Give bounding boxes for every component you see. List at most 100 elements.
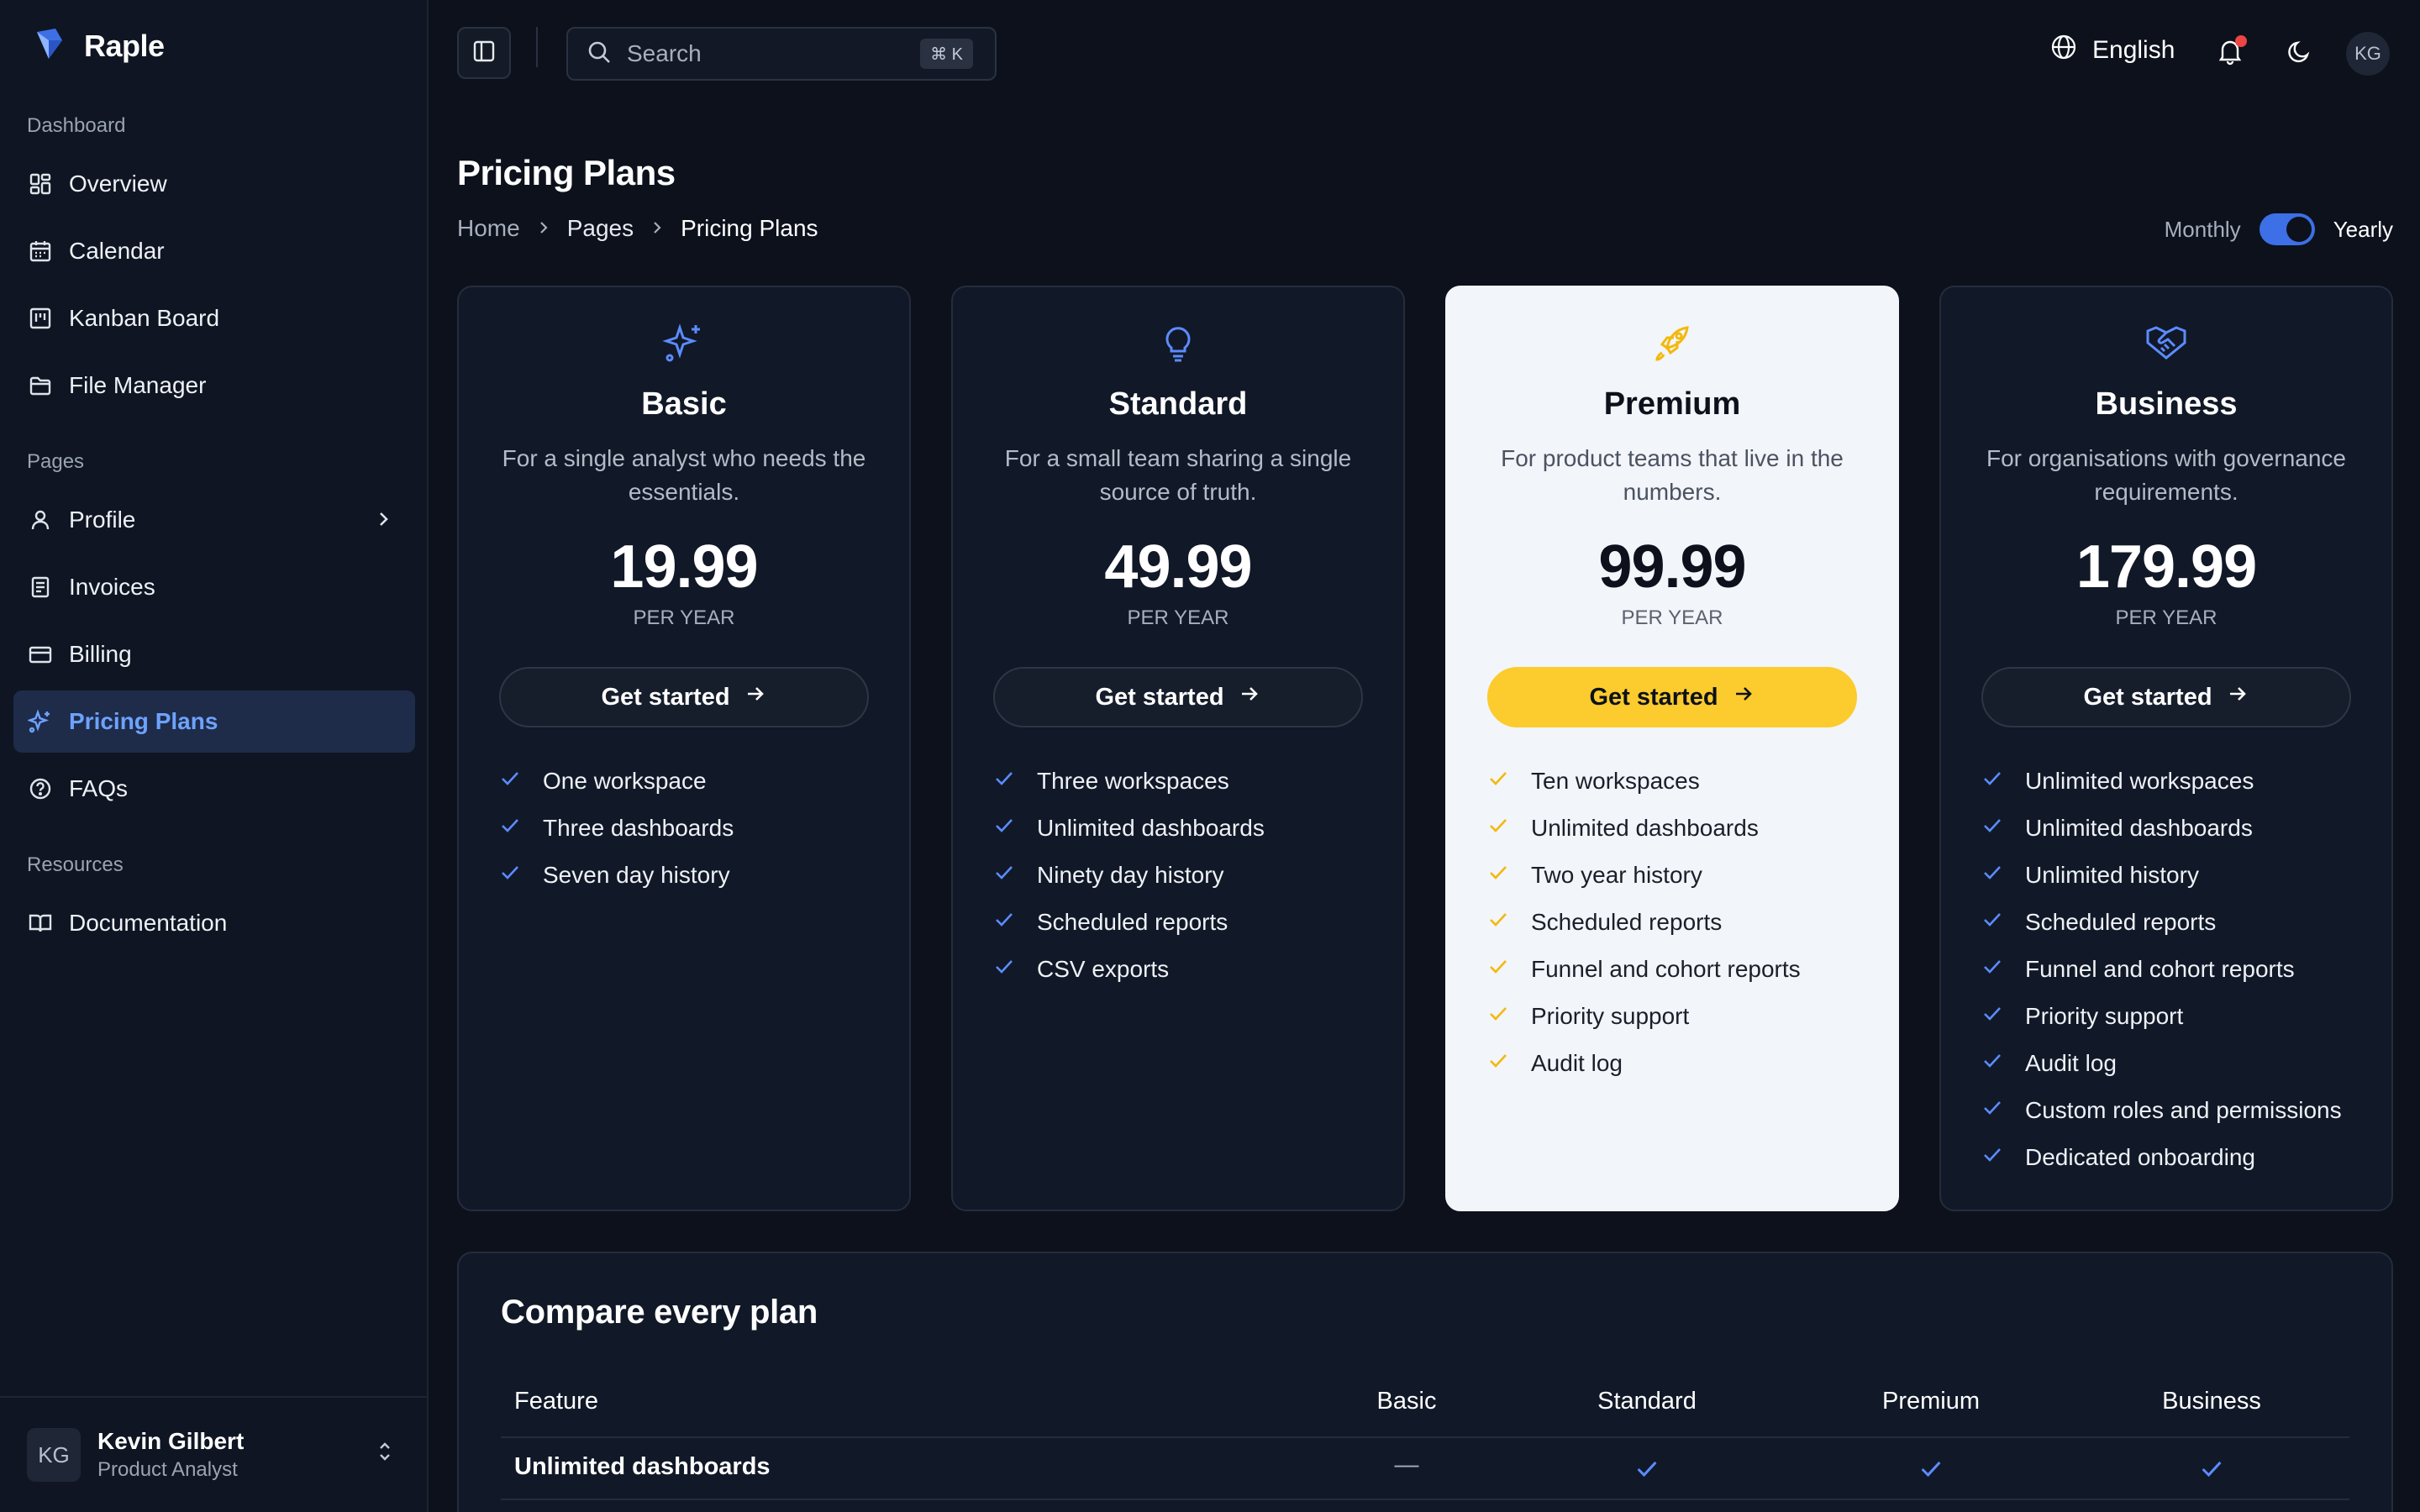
account-avatar[interactable]: KG — [2346, 32, 2390, 76]
brand[interactable]: Raple — [30, 25, 165, 66]
feature-item: Audit log — [1981, 1040, 2375, 1087]
cta-label: Get started — [2083, 683, 2212, 711]
sparkles-icon — [27, 708, 54, 735]
sidebar-item-label: Overview — [69, 171, 167, 197]
search-input[interactable]: Search ⌘ K — [566, 27, 997, 81]
feature-label: Funnel and cohort reports — [1531, 956, 1801, 982]
feature-item: Funnel and cohort reports — [1981, 946, 2375, 993]
billing-switch[interactable] — [2259, 213, 2315, 245]
monthly-label[interactable]: Monthly — [2165, 217, 2241, 243]
check-icon — [2199, 1457, 2224, 1488]
feature-list: Unlimited workspaces Unlimited dashboard… — [1981, 758, 2375, 1181]
feature-item: Ten workspaces — [1487, 758, 1881, 805]
check-icon — [993, 768, 1015, 795]
feature-item: Audit log — [1487, 1040, 1881, 1087]
sidebar-item-label: Pricing Plans — [69, 708, 218, 734]
feature-label: Dedicated onboarding — [2025, 1144, 2255, 1170]
feature-label: Funnel and cohort reports — [2025, 956, 2295, 982]
sidebar-item-calendar[interactable]: Calendar — [13, 220, 415, 282]
check-icon — [1981, 862, 2003, 890]
cta-label: Get started — [1095, 683, 1224, 711]
user-menu[interactable]: KG Kevin Gilbert Product Analyst — [0, 1396, 427, 1512]
feature-label: Three dashboards — [543, 815, 734, 841]
column-header-premium: Premium — [1881, 1388, 1981, 1415]
feature-label: Unlimited dashboards — [1037, 815, 1265, 841]
plan-name: Premium — [1603, 386, 1741, 422]
feature-item: Three workspaces — [993, 758, 1386, 805]
chevron-up-down-icon[interactable] — [373, 1440, 397, 1467]
check-icon — [1981, 1003, 2003, 1031]
breadcrumb: Home Pages Pricing Plans — [457, 215, 818, 242]
language-selector[interactable]: English — [2050, 34, 2175, 67]
sidebar-item-file-manager[interactable]: File Manager — [13, 354, 415, 417]
sidebar-item-billing[interactable]: Billing — [13, 623, 415, 685]
feature-item: Unlimited dashboards — [1487, 805, 1881, 852]
get-started-button[interactable]: Get started — [1487, 667, 1857, 727]
feature-label: Seven day history — [543, 862, 730, 888]
help-circle-icon — [27, 775, 54, 802]
feature-item: Priority support — [1981, 993, 2375, 1040]
feature-label: Audit log — [1531, 1050, 1623, 1076]
user-icon — [27, 507, 54, 533]
check-icon — [1981, 768, 2003, 795]
feature-label: Ninety day history — [1037, 862, 1224, 888]
page-title: Pricing Plans — [457, 153, 676, 192]
sidebar-item-overview[interactable]: Overview — [13, 153, 415, 215]
toggle-sidebar-button[interactable] — [457, 27, 511, 79]
sidebar-item-invoices[interactable]: Invoices — [13, 556, 415, 618]
get-started-button[interactable]: Get started — [499, 667, 869, 727]
plan-period: PER YEAR — [1127, 606, 1229, 629]
get-started-button[interactable]: Get started — [993, 667, 1363, 727]
document-icon — [27, 574, 54, 601]
sidebar-item-documentation[interactable]: Documentation — [13, 892, 415, 954]
feature-label: Scheduled reports — [2025, 909, 2217, 935]
plan-name: Business — [2095, 386, 2238, 422]
check-icon — [1634, 1457, 1660, 1488]
yearly-label[interactable]: Yearly — [2333, 217, 2393, 243]
check-icon — [1981, 909, 2003, 937]
plan-description: For organisations with governance requir… — [1986, 445, 2346, 505]
sidebar: Raple Dashboard Overview Calendar Kanban… — [0, 0, 429, 1512]
feature-item: Ninety day history — [993, 852, 1386, 899]
feature-label: Priority support — [1531, 1003, 1690, 1029]
plan-description: For a single analyst who needs the essen… — [502, 445, 866, 505]
dash-cell: — — [1394, 1452, 1419, 1478]
handshake-icon — [2144, 321, 2188, 369]
sidebar-item-profile[interactable]: Profile — [13, 489, 415, 551]
plan-description: For product teams that live in the numbe… — [1501, 445, 1844, 505]
sidebar-item-kanban-board[interactable]: Kanban Board — [13, 287, 415, 349]
plan-period: PER YEAR — [633, 606, 735, 629]
sidebar-item-label: Documentation — [69, 910, 228, 936]
check-icon — [499, 768, 521, 795]
feature-label: Unlimited dashboards — [2025, 815, 2253, 841]
logo-gem-icon — [30, 25, 67, 66]
feature-item: Dedicated onboarding — [1981, 1134, 2375, 1181]
check-icon — [1981, 815, 2003, 843]
feature-item: Unlimited history — [1981, 852, 2375, 899]
moon-icon[interactable] — [2286, 39, 2312, 70]
get-started-button[interactable]: Get started — [1981, 667, 2351, 727]
sidebar-item-label: Billing — [69, 641, 132, 667]
check-icon — [1981, 1097, 2003, 1125]
breadcrumb-home[interactable]: Home — [457, 215, 520, 242]
breadcrumb-pages[interactable]: Pages — [567, 215, 634, 242]
column-header-business: Business — [2162, 1388, 2261, 1415]
feature-list: Ten workspaces Unlimited dashboards Two … — [1487, 758, 1881, 1087]
kanban-icon — [27, 305, 54, 332]
feature-item: Scheduled reports — [1487, 899, 1881, 946]
feature-label: Audit log — [2025, 1050, 2117, 1076]
sidebar-item-faqs[interactable]: FAQs — [13, 758, 415, 820]
check-icon — [1487, 1050, 1509, 1078]
sidebar-item-label: File Manager — [69, 372, 207, 398]
check-icon — [1981, 956, 2003, 984]
sidebar-item-pricing-plans[interactable]: Pricing Plans — [13, 690, 415, 753]
user-role: Product Analyst — [97, 1458, 238, 1481]
feature-label: CSV exports — [1037, 956, 1170, 982]
sidebar-item-label: Profile — [69, 507, 136, 533]
calendar-icon — [27, 238, 54, 265]
plan-period: PER YEAR — [2115, 606, 2217, 629]
check-icon — [993, 862, 1015, 890]
pricing-plans: Basic For a single analyst who needs the… — [457, 286, 2393, 1211]
sidebar-panel-icon — [471, 39, 497, 68]
check-icon — [1487, 862, 1509, 890]
